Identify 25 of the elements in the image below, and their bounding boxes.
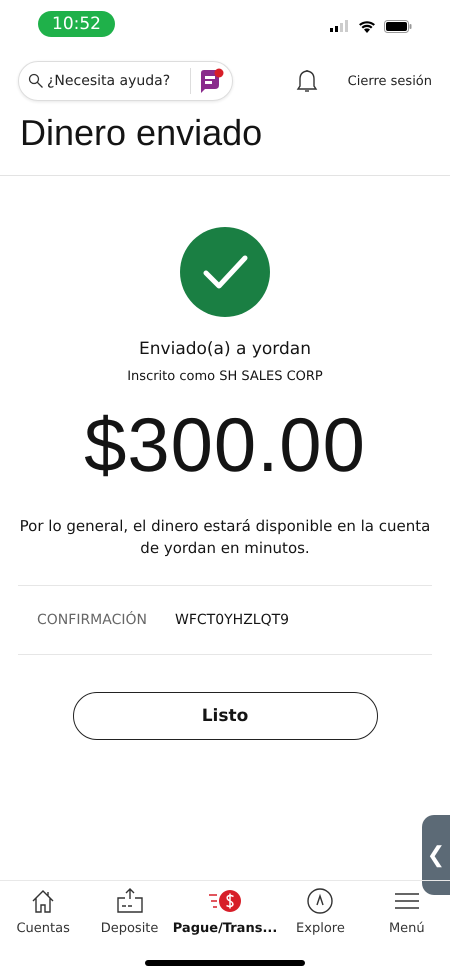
logout-link[interactable]: Cierre sesión bbox=[348, 74, 432, 88]
done-button[interactable]: Listo bbox=[72, 692, 378, 740]
status-time: 10:52 bbox=[38, 11, 115, 37]
battery-icon bbox=[384, 20, 412, 32]
deposit-icon bbox=[116, 887, 144, 915]
availability-note: Por lo general, el dinero estará disponible en la cuenta de yordan en minutos. bbox=[18, 516, 432, 559]
dollar-transfer-icon bbox=[208, 887, 242, 915]
compass-icon bbox=[306, 887, 334, 915]
amount: $300.00 bbox=[84, 402, 366, 489]
confirmation-label: CONFIRMACIÓN bbox=[37, 612, 147, 628]
search-field[interactable]: ¿Necesita ayuda? bbox=[18, 61, 233, 101]
success-check-icon bbox=[180, 227, 270, 317]
notification-bell-icon[interactable] bbox=[295, 68, 319, 94]
recipient-text: Enviado(a) a yordan bbox=[139, 339, 311, 359]
nav-tab[interactable]: Deposite bbox=[86, 887, 173, 936]
nav-tab[interactable]: Pague/Trans... bbox=[172, 887, 278, 936]
confirmation-number: WFCT0YHZLQT9 bbox=[174, 612, 290, 628]
wifi-icon bbox=[358, 20, 376, 32]
page-title: Dinero enviado bbox=[20, 112, 264, 155]
search-icon bbox=[28, 73, 44, 89]
nav-tab[interactable]: Explore bbox=[277, 887, 364, 936]
side-tab[interactable]: ❮ bbox=[422, 815, 450, 895]
registered-name: Inscrito como SH SALES CORP bbox=[127, 369, 323, 384]
signal-icon bbox=[330, 20, 350, 32]
nav-tab[interactable]: Cuentas bbox=[0, 887, 86, 936]
